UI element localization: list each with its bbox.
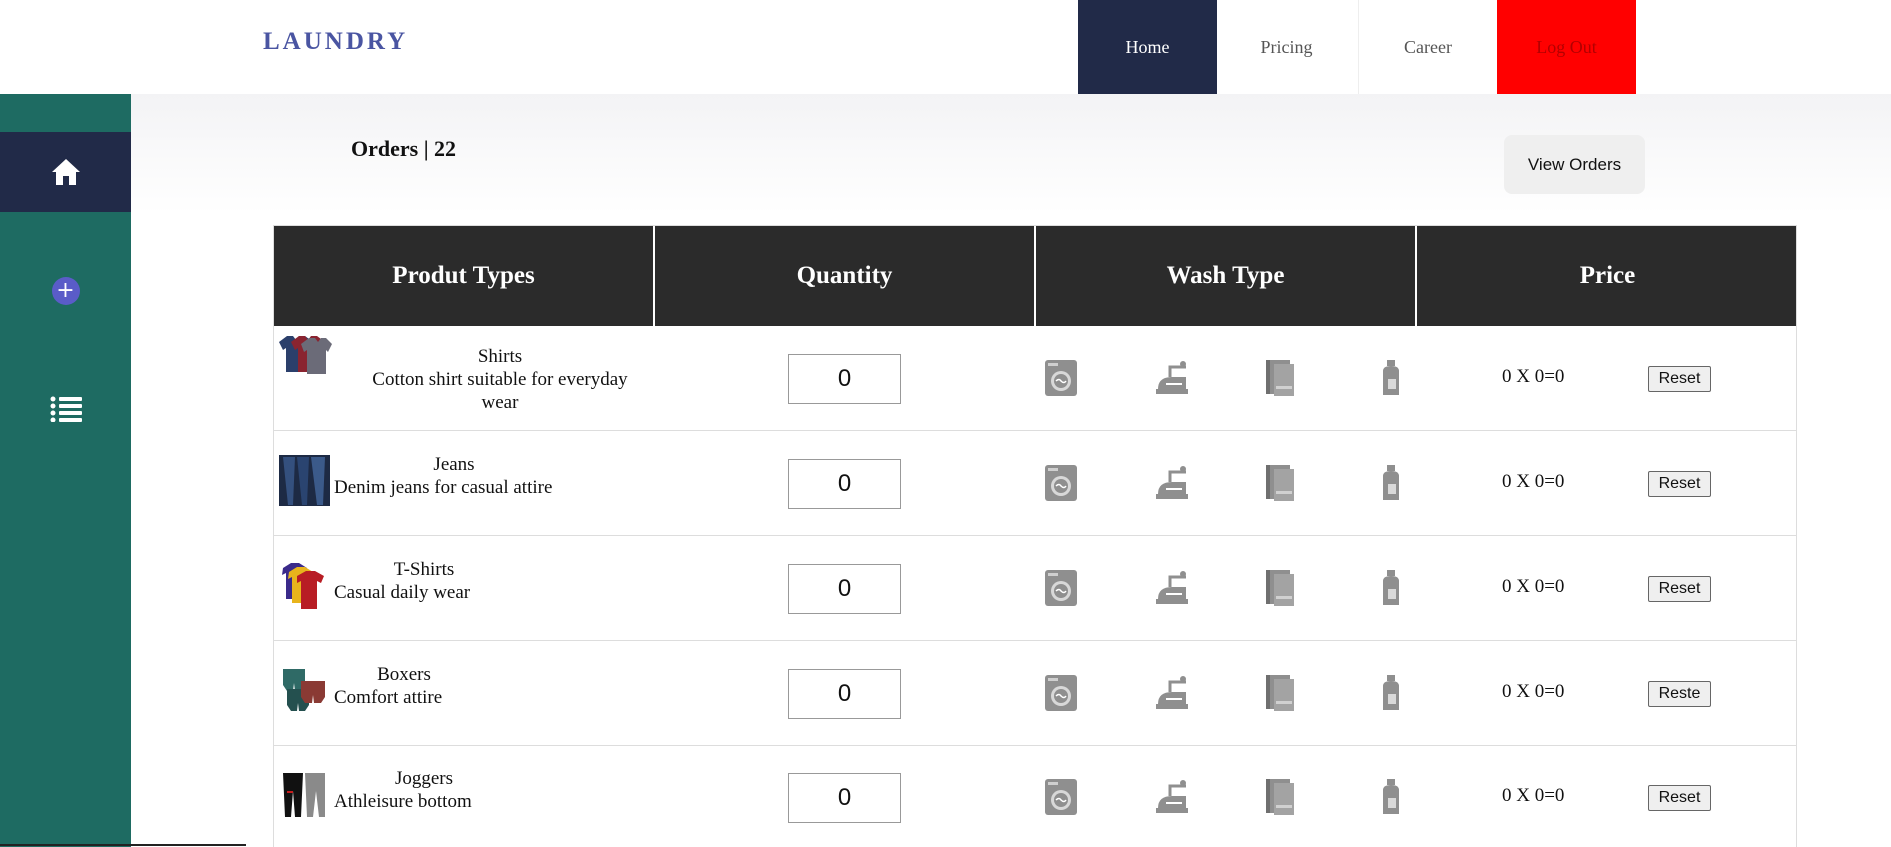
towel-icon[interactable] bbox=[1264, 568, 1298, 608]
towel-icon[interactable] bbox=[1264, 673, 1298, 713]
column-header: Wash Type bbox=[1036, 226, 1417, 326]
nav-pricing[interactable]: Pricing bbox=[1217, 0, 1356, 94]
product-description: Casual daily wear bbox=[334, 582, 471, 603]
towel-icon[interactable] bbox=[1264, 358, 1298, 398]
washing-machine-icon[interactable] bbox=[1044, 569, 1078, 607]
nav-career[interactable]: Career bbox=[1358, 0, 1497, 94]
brand-logo[interactable]: LAUNDRY bbox=[263, 28, 408, 56]
column-header: Quantity bbox=[655, 226, 1036, 326]
bleach-bottle-icon[interactable] bbox=[1379, 359, 1403, 397]
iron-icon[interactable] bbox=[1154, 569, 1190, 607]
product-description: Cotton shirt suitable for everyday wear bbox=[372, 369, 628, 413]
column-header: Price bbox=[1417, 226, 1796, 326]
reset-button[interactable]: Reset bbox=[1648, 366, 1711, 392]
reset-button[interactable]: Reset bbox=[1648, 576, 1711, 602]
iron-icon[interactable] bbox=[1154, 778, 1190, 816]
table-row: Shirts Cotton shirt suitable for everyday… bbox=[274, 326, 1796, 431]
price-text: 0 X 0=0 bbox=[1502, 785, 1565, 806]
price-text: 0 X 0=0 bbox=[1502, 366, 1565, 387]
add-circle-icon: + bbox=[51, 277, 80, 305]
top-navbar: LAUNDRY Home Pricing Career Log Out bbox=[0, 0, 1891, 94]
washing-machine-icon[interactable] bbox=[1044, 464, 1078, 502]
sidebar-item-list[interactable] bbox=[0, 369, 131, 449]
table-row: T-ShirtsCasual daily wear 0 X 0=0 Reset bbox=[274, 536, 1796, 641]
product-title: Jeans bbox=[433, 454, 475, 475]
product-description: Denim jeans for casual attire bbox=[334, 477, 553, 498]
price-text: 0 X 0=0 bbox=[1502, 471, 1565, 492]
washing-machine-icon[interactable] bbox=[1044, 359, 1078, 397]
product-image bbox=[277, 767, 332, 822]
reset-button[interactable]: Reset bbox=[1648, 785, 1711, 811]
nav-home[interactable]: Home bbox=[1078, 0, 1217, 94]
bleach-bottle-icon[interactable] bbox=[1379, 674, 1403, 712]
washing-machine-icon[interactable] bbox=[1044, 778, 1078, 816]
product-image bbox=[277, 663, 332, 718]
table-row: BoxersComfort attire 0 X 0=0 Reste bbox=[274, 641, 1796, 746]
quantity-input[interactable] bbox=[788, 564, 901, 614]
towel-icon[interactable] bbox=[1264, 463, 1298, 503]
bleach-bottle-icon[interactable] bbox=[1379, 569, 1403, 607]
quantity-input[interactable] bbox=[788, 459, 901, 509]
column-header: Produt Types bbox=[274, 226, 655, 326]
quantity-input[interactable] bbox=[788, 669, 901, 719]
product-title: T-Shirts bbox=[393, 559, 455, 580]
product-title: Boxers bbox=[377, 664, 431, 685]
product-image bbox=[277, 328, 332, 383]
home-icon bbox=[51, 159, 80, 185]
nav-logout[interactable]: Log Out bbox=[1497, 0, 1636, 94]
iron-icon[interactable] bbox=[1154, 674, 1190, 712]
product-name: Boxers Comfort attire bbox=[334, 663, 474, 709]
price-text: 0 X 0=0 bbox=[1502, 681, 1565, 702]
reset-button[interactable]: Reset bbox=[1648, 471, 1711, 497]
product-description: Comfort attire bbox=[334, 687, 443, 708]
product-image bbox=[277, 558, 332, 613]
washing-machine-icon[interactable] bbox=[1044, 674, 1078, 712]
view-orders-button[interactable]: View Orders bbox=[1504, 135, 1645, 194]
table-row: JeansDenim jeans for casual attire 0 X 0=… bbox=[274, 431, 1796, 536]
towel-icon[interactable] bbox=[1264, 777, 1298, 817]
product-title: Shirts bbox=[477, 346, 523, 367]
table-header: Produt Types Quantity Wash Type Price bbox=[274, 226, 1796, 326]
sidebar-item-add[interactable]: + bbox=[0, 251, 131, 331]
quantity-input[interactable] bbox=[788, 354, 901, 404]
iron-icon[interactable] bbox=[1154, 359, 1190, 397]
product-name: Joggers Athleisure bottom bbox=[334, 767, 514, 813]
bleach-bottle-icon[interactable] bbox=[1379, 778, 1403, 816]
quantity-input[interactable] bbox=[788, 773, 901, 823]
sidebar: + bbox=[0, 94, 131, 847]
product-image bbox=[277, 453, 332, 508]
products-table: Produt Types Quantity Wash Type Price Sh… bbox=[273, 225, 1797, 847]
sidebar-item-home[interactable] bbox=[0, 132, 131, 212]
bleach-bottle-icon[interactable] bbox=[1379, 464, 1403, 502]
list-icon bbox=[50, 396, 82, 422]
product-name: T-Shirts Casual daily wear bbox=[334, 558, 514, 604]
product-title: Joggers bbox=[394, 768, 454, 789]
product-name: Jeans Denim jeans for casual attire bbox=[334, 453, 574, 499]
orders-title: Orders | 22 bbox=[351, 136, 457, 161]
table-row: JoggersAthleisure bottom 0 X 0=0 Reset bbox=[274, 745, 1796, 847]
divider bbox=[0, 844, 246, 846]
iron-icon[interactable] bbox=[1154, 464, 1190, 502]
price-text: 0 X 0=0 bbox=[1502, 576, 1565, 597]
product-name: Shirts Cotton shirt suitable for everyday… bbox=[360, 345, 640, 414]
reset-button[interactable]: Reste bbox=[1648, 681, 1711, 707]
product-description: Athleisure bottom bbox=[334, 791, 472, 812]
